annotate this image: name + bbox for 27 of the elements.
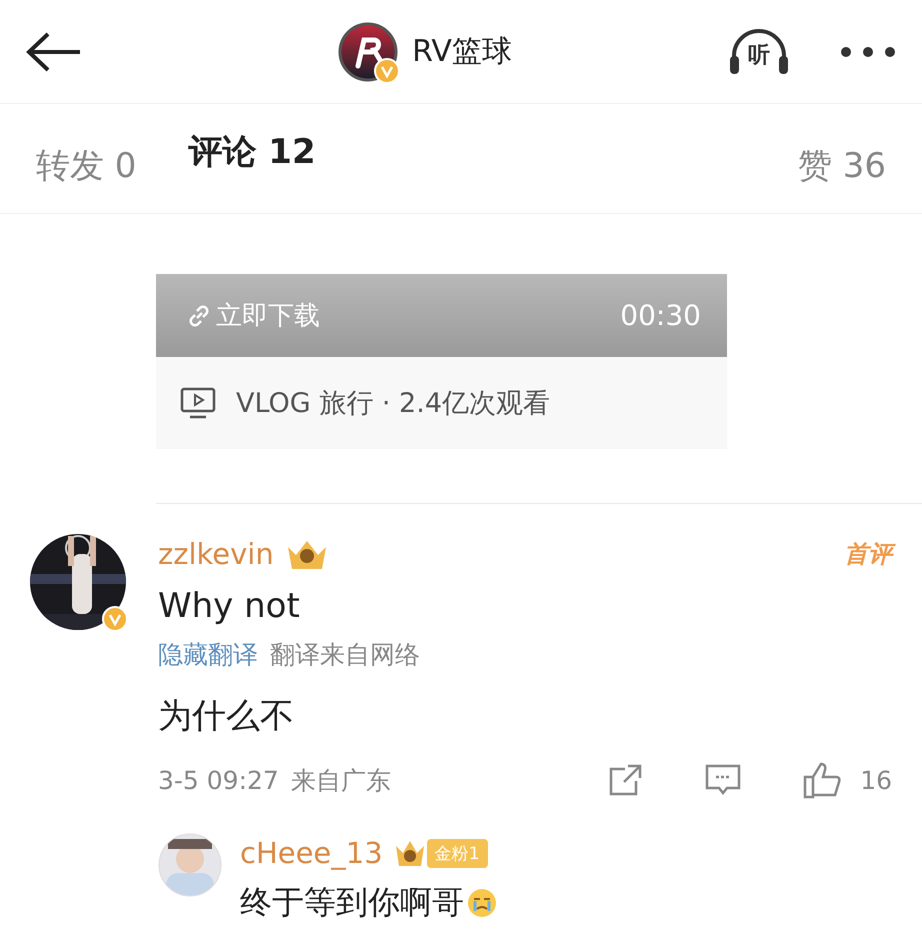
like-count: 16 xyxy=(860,766,892,794)
listen-button[interactable]: 听 xyxy=(728,28,790,76)
video-icon xyxy=(180,387,216,419)
video-caption: VLOG 旅行 · 2.4亿次观看 xyxy=(236,387,550,421)
back-icon[interactable] xyxy=(26,32,82,72)
translated-text: 为什么不 xyxy=(158,695,295,738)
reply-text: 终于等到你啊哥 xyxy=(240,881,892,925)
more-icon[interactable] xyxy=(840,46,896,58)
channel-title: RV篮球 xyxy=(412,33,512,71)
fan-level-badge: 金粉1 xyxy=(426,838,488,868)
comment-icon[interactable] xyxy=(704,763,742,797)
download-link[interactable]: 立即下载 xyxy=(186,298,320,333)
crying-emoji-icon xyxy=(466,887,498,919)
hide-translation-link[interactable]: 隐藏翻译 xyxy=(158,638,258,671)
translation-source: 翻译来自网络 xyxy=(270,639,420,671)
username[interactable]: zzlkevin xyxy=(158,537,274,571)
tab[interactable]: 赞 36 xyxy=(798,104,886,214)
username[interactable]: cHeee_13 xyxy=(240,836,383,870)
video-duration: 00:30 xyxy=(620,299,701,332)
comment-text: Why not xyxy=(158,586,301,626)
video-banner[interactable]: 立即下载 00:30 xyxy=(156,274,727,357)
tab[interactable]: 评论 12 xyxy=(188,104,316,214)
tab[interactable]: 转发 0 xyxy=(36,104,136,214)
comment-location: 来自广东 xyxy=(290,764,391,796)
share-icon[interactable] xyxy=(608,763,644,797)
comment-time: 3-5 09:27 xyxy=(158,766,279,794)
like-icon[interactable] xyxy=(802,761,842,799)
